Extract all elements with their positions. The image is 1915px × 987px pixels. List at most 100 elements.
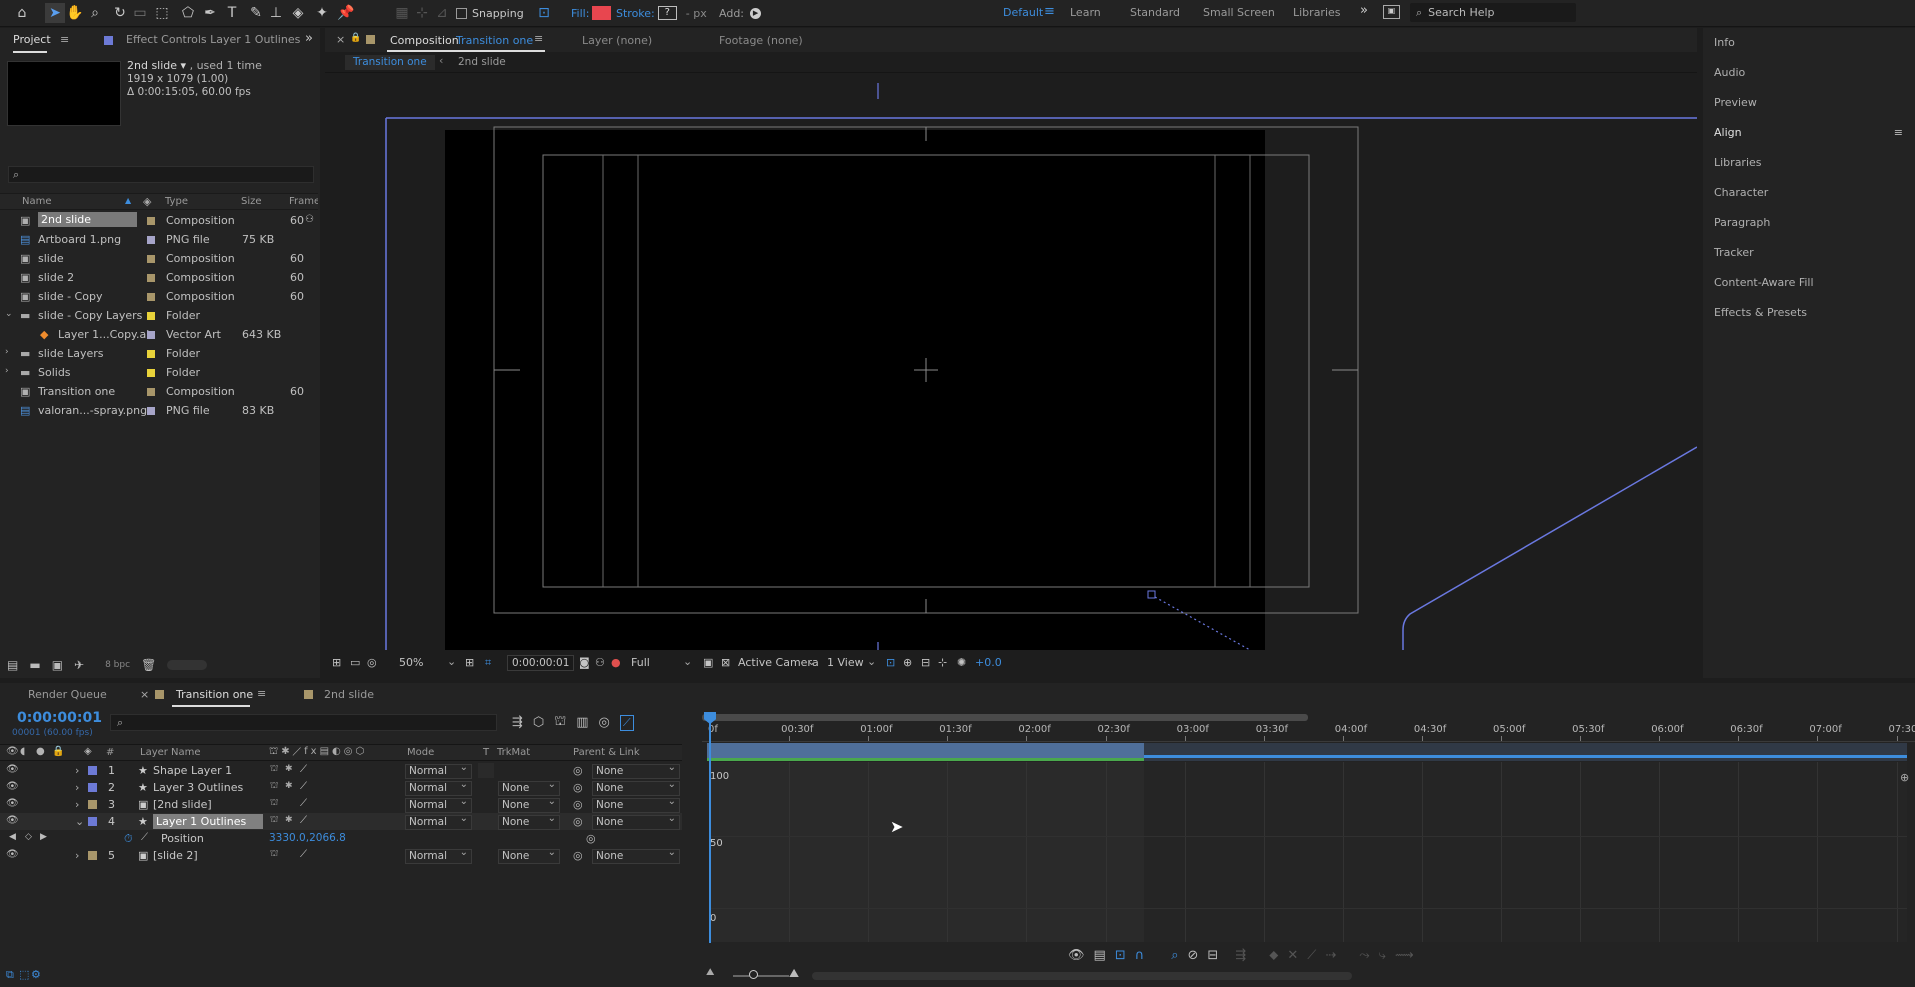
sort-ascending-icon[interactable]: ▲ <box>125 196 131 205</box>
quality-switch-icon[interactable]: ⟋ <box>300 815 307 826</box>
item-dropdown-icon[interactable]: ▾ <box>181 59 187 72</box>
expression-pickwhip-icon[interactable]: ◎ <box>586 832 596 845</box>
prev-keyframe-icon[interactable]: ◀ <box>9 832 16 842</box>
interpret-footage-icon[interactable]: ▤ <box>7 658 18 672</box>
draft-3d-icon[interactable]: ⬡ <box>533 715 544 730</box>
panel-info[interactable]: Info <box>1703 28 1915 58</box>
mode-select[interactable]: Normal <box>405 796 472 813</box>
region-of-interest-icon[interactable]: ▣ <box>703 656 713 669</box>
tab-project[interactable]: Project <box>13 28 51 52</box>
panel-libraries[interactable]: Libraries <box>1703 148 1915 178</box>
home-icon[interactable]: ⌂ <box>12 3 32 23</box>
roto-brush-tool-icon[interactable]: ✦ <box>312 3 332 23</box>
workspace-menu-icon[interactable]: ≡ <box>1044 4 1055 19</box>
parent-select[interactable]: None <box>592 813 680 830</box>
footage-tab[interactable]: Footage (none) <box>719 34 803 47</box>
show-properties-icon[interactable]: 👁 <box>1068 948 1085 963</box>
add-menu-icon[interactable]: ▶ <box>750 8 762 19</box>
snapping-checkbox[interactable] <box>456 8 467 19</box>
layer-row[interactable]: 👁 › 1 ★ Shape Layer 1 ⛫ ✱ ⟋ Normal ◎ None <box>0 762 682 779</box>
eye-icon[interactable]: 👁 <box>6 781 19 792</box>
hand-tool-icon[interactable]: ✋ <box>65 3 85 23</box>
clone-stamp-tool-icon[interactable]: ⊥ <box>266 3 286 23</box>
eye-icon[interactable]: 👁 <box>6 798 19 809</box>
stopwatch-icon[interactable]: ⏱ <box>124 832 133 846</box>
show-transform-box-icon[interactable]: ⊡ <box>1115 948 1126 963</box>
world-axis-icon[interactable]: ⊹ <box>412 3 432 23</box>
layer-row[interactable]: 👁 › 3 ▣ [2nd slide] ⛫ ⟋ Normal None ◎ None <box>0 796 682 813</box>
expand-chevron-icon[interactable]: › <box>75 798 79 811</box>
quality-switch-icon[interactable]: ⟋ <box>300 798 307 809</box>
more-workspaces-icon[interactable]: » <box>1360 3 1368 18</box>
project-search-input[interactable]: ⌕ <box>8 166 314 183</box>
panel-content-aware-fill[interactable]: Content-Aware Fill <box>1703 268 1915 298</box>
layer-row[interactable]: 👁 ⌄ 4 ★ Layer 1 Outlines ⛫ ✱ ⟋ Normal None ◎ None <box>0 813 682 830</box>
timeline-search-input[interactable]: ⌕ <box>110 714 497 731</box>
mode-select[interactable]: Normal <box>405 762 472 779</box>
current-time-display[interactable]: 0:00:00:01 <box>17 710 102 726</box>
thumbnail-slider[interactable] <box>167 660 208 670</box>
graph-editor-icon[interactable]: ⟋ <box>619 714 634 731</box>
project-item[interactable]: ▤ valoran...-spray.png PNG file 83 KB <box>0 401 318 420</box>
color-channels-icon[interactable]: ● <box>611 656 621 669</box>
expand-chevron-icon[interactable]: › <box>75 781 79 794</box>
stroke-width[interactable]: - px <box>686 7 707 20</box>
label-color-swatch[interactable] <box>147 369 155 377</box>
tab-2nd-slide[interactable]: 2nd slide <box>324 688 374 701</box>
label-color-swatch[interactable] <box>88 783 97 792</box>
stroke-control[interactable]: Stroke: ? - px <box>616 5 707 21</box>
label-color-swatch[interactable] <box>88 766 97 775</box>
eraser-tool-icon[interactable]: ◈ <box>288 3 308 23</box>
frame-blending-icon[interactable]: ▥ <box>576 715 588 730</box>
grid-toggle-icon[interactable]: ⊞ <box>465 656 474 669</box>
easy-ease-both-icon[interactable]: ⟿ <box>1395 948 1414 963</box>
pick-whip-icon[interactable]: ◎ <box>573 764 583 777</box>
expand-chevron-icon[interactable]: › <box>75 764 79 777</box>
trkmat-select[interactable]: None <box>498 847 560 864</box>
pick-whip-icon[interactable]: ◎ <box>573 781 583 794</box>
layer-name[interactable]: Layer 3 Outlines <box>153 781 243 794</box>
trkmat-select[interactable]: None <box>498 779 560 796</box>
close-tab-icon[interactable]: × <box>140 688 149 701</box>
camera-tool-icon[interactable]: ▭ <box>130 3 150 23</box>
panel-align[interactable]: Align ≡ <box>1703 118 1915 148</box>
snapping-toggle[interactable]: Snapping <box>456 6 524 21</box>
comp-menu-icon[interactable]: ≡ <box>534 32 543 45</box>
preview-3d-icon[interactable]: ◎ <box>367 656 377 669</box>
expand-chevron-icon[interactable]: › <box>75 849 79 862</box>
transfer-controls-toggle-icon[interactable]: ⬚ <box>19 968 29 981</box>
fill-control[interactable]: Fill: <box>571 5 612 21</box>
show-snapshot-icon[interactable]: ⚇ <box>595 656 605 669</box>
col-size[interactable]: Size <box>241 196 262 207</box>
camera-chevron-icon[interactable]: ⌄ <box>807 655 816 668</box>
layer-name[interactable]: [slide 2] <box>153 849 198 862</box>
graph-options-icon[interactable]: ▤ <box>1094 948 1106 963</box>
label-color-swatch[interactable] <box>147 293 155 301</box>
col-t[interactable]: T <box>483 747 489 758</box>
bit-depth[interactable]: 8 bpc <box>105 660 130 670</box>
video-visibility-icon[interactable]: 👁 <box>6 746 19 757</box>
shape-tool-icon[interactable]: ⬠ <box>178 3 198 23</box>
edit-keyframe-icon[interactable]: ⇶ <box>1235 948 1246 963</box>
timeline-zoom-track[interactable] <box>733 975 789 977</box>
tab-effect-controls[interactable]: Effect Controls Layer 1 Outlines <box>126 28 300 52</box>
mode-select[interactable]: Normal <box>405 847 472 864</box>
eye-icon[interactable]: 👁 <box>6 764 19 775</box>
current-time-field[interactable]: 0:00:00:01 <box>507 655 575 671</box>
panel-character[interactable]: Character <box>1703 178 1915 208</box>
label-tag-icon[interactable]: ◈ <box>84 746 92 757</box>
label-color-swatch[interactable] <box>147 274 155 282</box>
property-value[interactable]: 3330.0,2066.8 <box>269 832 346 844</box>
collapse-switch-icon[interactable]: ✱ <box>285 781 293 791</box>
project-item[interactable]: ▤ Artboard 1.png PNG file 75 KB <box>0 230 318 249</box>
project-item[interactable]: ▣ 2nd slide Composition 60 ⚇ <box>0 211 318 230</box>
panel-audio[interactable]: Audio <box>1703 58 1915 88</box>
delete-icon[interactable]: 🗑 <box>141 658 156 672</box>
resolution-chevron-icon[interactable]: ⌄ <box>683 655 692 668</box>
project-item[interactable]: ▣ slide Composition 60 <box>0 249 318 268</box>
col-parent[interactable]: Parent & Link <box>573 747 640 758</box>
layer-row[interactable]: 👁 › 5 ▣ [slide 2] ⛫ ⟋ Normal None ◎ None <box>0 847 682 864</box>
parent-select[interactable]: None <box>592 796 680 813</box>
zoom-chevron-icon[interactable]: ⌄ <box>447 655 456 668</box>
project-item[interactable]: › ▬ slide Layers Folder <box>0 344 318 363</box>
